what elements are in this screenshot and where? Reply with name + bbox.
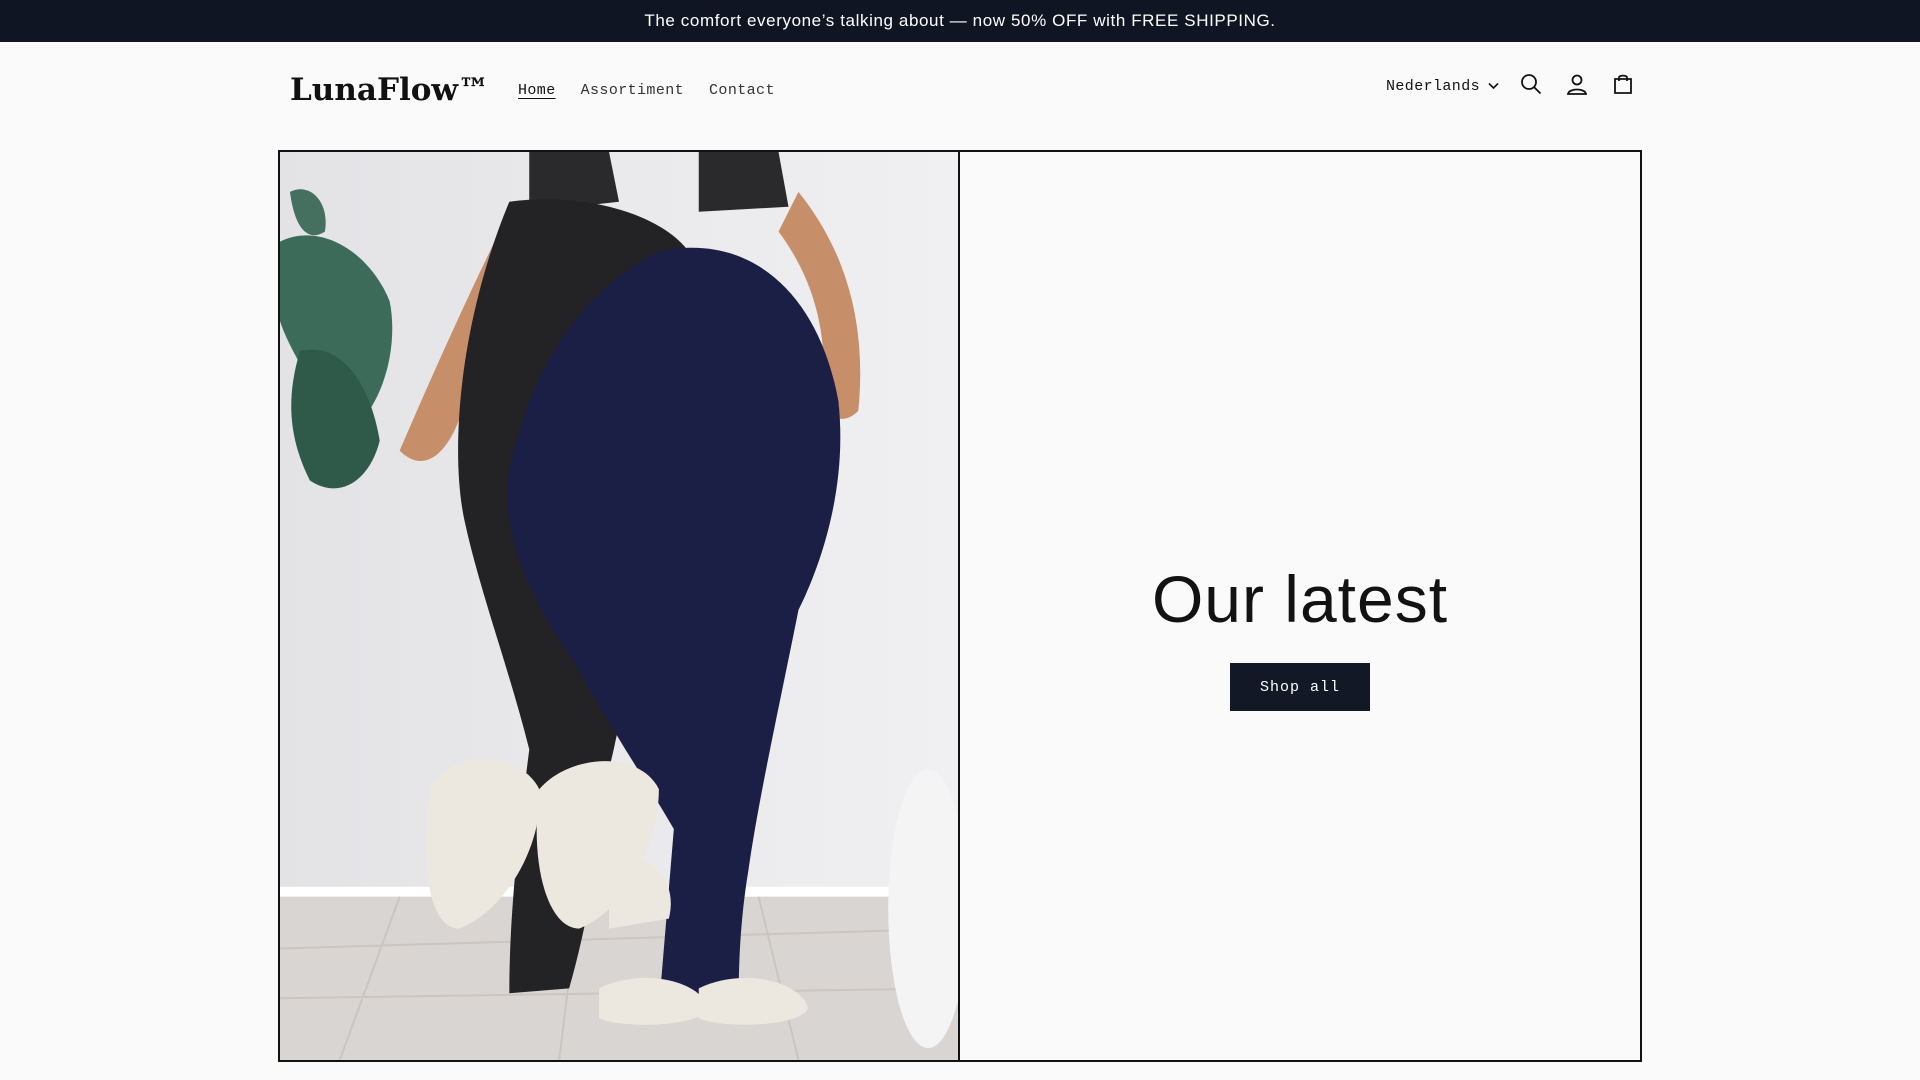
- announcement-text: The comfort everyone’s talking about — n…: [644, 11, 1276, 30]
- hero-photo: [280, 152, 958, 1060]
- hero-headline: Our latest: [1151, 562, 1449, 636]
- language-selector[interactable]: Nederlands: [1386, 78, 1499, 95]
- search-button[interactable]: [1517, 72, 1545, 100]
- main-nav: Home Assortiment Contact: [518, 82, 775, 99]
- header-tools: Nederlands: [1386, 72, 1637, 100]
- hero-content: Our latest Shop all: [960, 152, 1640, 1060]
- nav-link-assortiment[interactable]: Assortiment: [581, 82, 684, 99]
- search-icon: [1520, 73, 1542, 100]
- nav-link-home[interactable]: Home: [518, 82, 556, 99]
- chevron-down-icon: [1488, 78, 1499, 95]
- announcement-bar: The comfort everyone’s talking about — n…: [0, 0, 1920, 42]
- cart-button[interactable]: [1609, 72, 1637, 100]
- account-button[interactable]: [1563, 72, 1591, 100]
- language-label: Nederlands: [1385, 77, 1480, 95]
- hero-banner: Our latest Shop all: [278, 150, 1642, 1062]
- hero-image: [280, 152, 960, 1060]
- shop-all-button[interactable]: Shop all: [1230, 663, 1370, 711]
- account-icon: [1566, 73, 1588, 100]
- nav-link-contact[interactable]: Contact: [709, 82, 775, 99]
- store-logo[interactable]: LunaFlow™: [290, 72, 489, 108]
- site-header: LunaFlow™ Home Assortiment Contact Neder…: [0, 42, 1920, 150]
- cart-icon: [1612, 73, 1634, 100]
